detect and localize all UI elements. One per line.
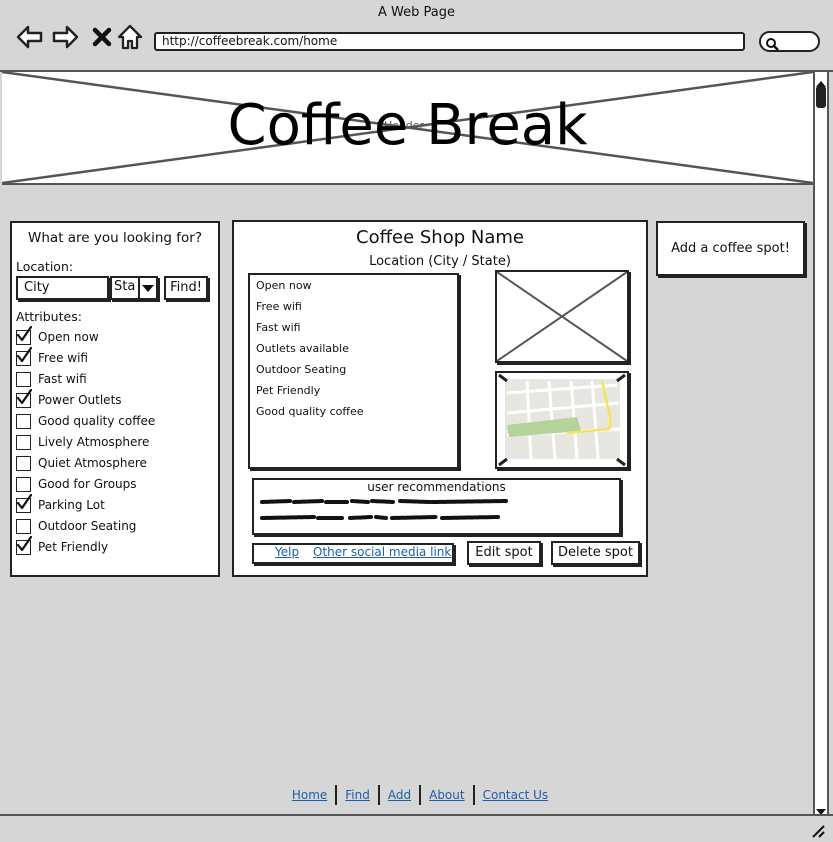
attribute-label: Lively Atmosphere bbox=[38, 435, 150, 449]
checkbox-unchecked[interactable] bbox=[16, 518, 31, 534]
social-media-link[interactable]: Other social media link bbox=[313, 545, 451, 559]
image-placeholder-icon bbox=[496, 271, 628, 362]
attribute-row[interactable]: Parking Lot bbox=[16, 493, 216, 515]
attribute-label: Good quality coffee bbox=[38, 414, 156, 428]
feature-item: Fast wifi bbox=[256, 321, 301, 334]
recommendations-title: user recommendations bbox=[367, 480, 506, 494]
attribute-label: Parking Lot bbox=[38, 498, 105, 512]
attribute-row[interactable]: Lively Atmosphere bbox=[16, 432, 216, 452]
state-select-value: Sta bbox=[114, 279, 136, 294]
footer-separator bbox=[335, 785, 338, 805]
footer-nav: Home Find Add About Contact Us bbox=[280, 784, 560, 806]
feature-item: Outdoor Seating bbox=[256, 363, 347, 376]
footer-separator bbox=[472, 785, 475, 805]
checkbox-checked[interactable] bbox=[16, 325, 32, 345]
footer-link-about[interactable]: About bbox=[429, 788, 464, 802]
attribute-label: Power Outlets bbox=[38, 393, 122, 407]
edit-spot-button[interactable]: Edit spot bbox=[467, 541, 541, 565]
attribute-row[interactable]: Power Outlets bbox=[16, 388, 216, 410]
state-select-divider bbox=[138, 278, 140, 298]
attribute-label: Pet Friendly bbox=[38, 540, 109, 554]
checkbox-checked[interactable] bbox=[16, 346, 32, 366]
add-coffee-spot-button[interactable]: Add a coffee spot! bbox=[656, 221, 805, 276]
map-icon bbox=[498, 373, 626, 467]
checkbox-unchecked[interactable] bbox=[16, 434, 31, 450]
attribute-row[interactable]: Fast wifi bbox=[16, 369, 216, 389]
chevron-down-icon[interactable] bbox=[142, 285, 154, 292]
scroll-thumb[interactable] bbox=[816, 86, 826, 108]
checkbox-unchecked[interactable] bbox=[16, 476, 31, 492]
feature-item: Free wifi bbox=[256, 300, 302, 313]
attribute-label: Quiet Atmosphere bbox=[38, 456, 147, 470]
attribute-row[interactable]: Quiet Atmosphere bbox=[16, 453, 216, 473]
checkbox-unchecked[interactable] bbox=[16, 413, 31, 429]
shop-location: Location (City / State) bbox=[369, 254, 511, 269]
shop-name: Coffee Shop Name bbox=[356, 227, 524, 248]
find-button[interactable]: Find! bbox=[164, 276, 208, 300]
attribute-row[interactable]: Outdoor Seating bbox=[16, 516, 216, 536]
attribute-row[interactable]: Pet Friendly bbox=[16, 535, 216, 557]
search-icon bbox=[765, 36, 779, 51]
scroll-down-icon[interactable] bbox=[814, 802, 828, 815]
vertical-scrollbar[interactable] bbox=[813, 72, 829, 816]
checkbox-checked[interactable] bbox=[16, 535, 32, 555]
attribute-label: Good for Groups bbox=[38, 477, 137, 491]
attribute-row[interactable]: Free wifi bbox=[16, 346, 216, 368]
checkbox-checked[interactable] bbox=[16, 493, 32, 513]
footer-link-home[interactable]: Home bbox=[292, 788, 327, 802]
scroll-up-icon[interactable] bbox=[814, 74, 828, 87]
shop-photo-placeholder bbox=[495, 270, 629, 363]
checkbox-unchecked[interactable] bbox=[16, 371, 31, 387]
scribbled-text-placeholder bbox=[260, 499, 508, 520]
footer-separator bbox=[377, 785, 380, 805]
status-bar bbox=[0, 814, 833, 842]
attributes-label: Attributes: bbox=[16, 309, 82, 324]
attribute-label: Fast wifi bbox=[38, 372, 87, 386]
location-label: Location: bbox=[16, 259, 74, 274]
feature-item: Outlets available bbox=[256, 342, 349, 355]
attribute-label: Open now bbox=[38, 330, 99, 344]
resize-grip-icon[interactable] bbox=[810, 824, 826, 838]
close-icon[interactable] bbox=[87, 22, 117, 52]
home-icon[interactable] bbox=[115, 22, 145, 52]
footer-link-contact[interactable]: Contact Us bbox=[483, 788, 549, 802]
feature-item: Pet Friendly bbox=[256, 384, 321, 397]
back-arrow-icon[interactable] bbox=[14, 22, 44, 52]
city-input[interactable]: City bbox=[16, 276, 109, 300]
search-heading: What are you looking for? bbox=[28, 230, 202, 246]
checkbox-checked[interactable] bbox=[16, 388, 32, 408]
shop-map[interactable] bbox=[495, 371, 629, 469]
url-bar[interactable]: http://coffeebreak.com/home bbox=[154, 32, 745, 51]
footer-link-find[interactable]: Find bbox=[345, 788, 370, 802]
attribute-label: Free wifi bbox=[38, 351, 88, 365]
window-title: A Web Page bbox=[378, 5, 455, 20]
forward-arrow-icon[interactable] bbox=[51, 22, 81, 52]
attribute-row[interactable]: Good for Groups bbox=[16, 474, 216, 494]
footer-separator bbox=[419, 785, 422, 805]
footer-link-add[interactable]: Add bbox=[388, 788, 411, 802]
yelp-link[interactable]: Yelp bbox=[275, 545, 299, 559]
feature-item: Good quality coffee bbox=[256, 405, 364, 418]
attribute-row[interactable]: Open now bbox=[16, 325, 216, 347]
attribute-label: Outdoor Seating bbox=[38, 519, 137, 533]
attribute-row[interactable]: Good quality coffee bbox=[16, 411, 216, 431]
checkbox-unchecked[interactable] bbox=[16, 455, 31, 471]
feature-item: Open now bbox=[256, 279, 312, 292]
site-title: Coffee Break bbox=[227, 93, 588, 158]
delete-spot-button[interactable]: Delete spot bbox=[551, 541, 640, 565]
